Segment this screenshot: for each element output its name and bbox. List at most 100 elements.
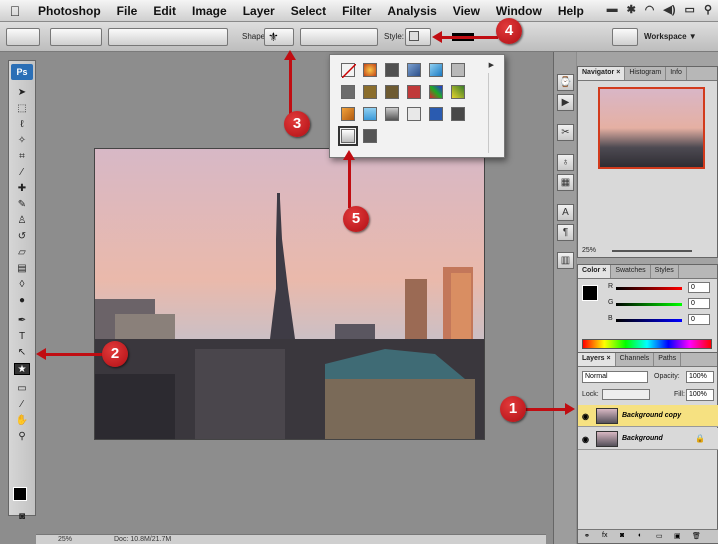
history-icon[interactable]: ⌚	[557, 74, 574, 91]
menu-view[interactable]: View	[445, 4, 488, 18]
brushes-icon[interactable]: ♁	[557, 154, 574, 171]
style-swatch[interactable]	[341, 107, 355, 121]
style-swatch[interactable]	[407, 85, 421, 99]
popup-menu-arrow-icon[interactable]: ▶	[489, 61, 494, 69]
menu-photoshop[interactable]: Photoshop	[30, 4, 109, 18]
paragraph-icon[interactable]: ¶	[557, 224, 574, 241]
crop-tool-icon[interactable]: ⌗	[14, 151, 30, 163]
menu-select[interactable]: Select	[283, 4, 334, 18]
style-swatch-none[interactable]	[341, 63, 357, 79]
group-icon[interactable]: ▭	[656, 532, 663, 540]
style-swatch[interactable]	[341, 85, 355, 99]
menu-help[interactable]: Help	[550, 4, 592, 18]
lock-buttons[interactable]	[602, 389, 650, 400]
shape-tool-buttons[interactable]	[108, 28, 228, 46]
history-brush-tool-icon[interactable]: ↺	[14, 231, 30, 243]
wifi-icon[interactable]: ◠	[645, 3, 655, 16]
blur-tool-icon[interactable]: ◊	[14, 279, 30, 291]
tab-histogram[interactable]: Histogram	[625, 67, 667, 80]
menu-edit[interactable]: Edit	[145, 4, 184, 18]
tab-paths[interactable]: Paths	[654, 353, 682, 366]
blend-mode-select[interactable]: Normal	[582, 371, 648, 383]
menu-analysis[interactable]: Analysis	[379, 4, 444, 18]
b-slider[interactable]	[616, 319, 682, 322]
tool-presets-icon[interactable]: ✂	[557, 124, 574, 141]
quick-mask-icon[interactable]: ◙	[14, 511, 30, 523]
marquee-tool-icon[interactable]: ⬚	[14, 103, 30, 115]
apple-icon[interactable]: 	[0, 3, 30, 19]
style-swatch[interactable]	[407, 107, 421, 121]
style-picker[interactable]	[405, 28, 431, 46]
style-swatch[interactable]	[363, 107, 377, 121]
actions-icon[interactable]: ▶	[557, 94, 574, 111]
foreground-color-swatch[interactable]	[582, 285, 598, 301]
style-swatch-selected[interactable]	[338, 126, 358, 146]
tab-swatches[interactable]: Swatches	[611, 265, 651, 278]
trash-icon[interactable]: 🗑	[692, 532, 701, 540]
style-swatch[interactable]	[429, 107, 443, 121]
b-value[interactable]: 0	[688, 314, 710, 325]
navigator-preview[interactable]	[598, 87, 705, 169]
fill-value[interactable]: 100%	[686, 389, 714, 401]
hand-tool-icon[interactable]: ✋	[14, 415, 30, 427]
navigator-zoom[interactable]: 25%	[582, 247, 596, 254]
eraser-tool-icon[interactable]: ▱	[14, 247, 30, 259]
tab-info[interactable]: Info	[666, 67, 687, 80]
pen-tool-icon[interactable]: ✒	[14, 315, 30, 327]
workspace-menu[interactable]: Workspace ▼	[644, 32, 697, 41]
mask-icon[interactable]: ◙	[620, 532, 624, 539]
document-canvas[interactable]	[94, 148, 485, 440]
brush-tool-icon[interactable]: ✎	[14, 199, 30, 211]
tab-channels[interactable]: Channels	[616, 353, 655, 366]
r-value[interactable]: 0	[688, 282, 710, 293]
volume-icon[interactable]: ◀)	[663, 3, 675, 16]
zoom-tool-icon[interactable]: ⚲	[14, 431, 30, 443]
adjustment-layer-icon[interactable]: ◐	[638, 532, 642, 539]
style-swatch[interactable]	[451, 63, 465, 77]
menu-window[interactable]: Window	[488, 4, 550, 18]
style-swatch[interactable]	[385, 63, 399, 77]
style-swatch[interactable]	[451, 107, 465, 121]
g-value[interactable]: 0	[688, 298, 710, 309]
tool-preset-picker[interactable]	[6, 28, 40, 46]
foreground-color[interactable]	[13, 487, 27, 501]
type-tool-icon[interactable]: T	[14, 331, 30, 343]
popup-scrollbar[interactable]	[488, 73, 498, 153]
gradient-tool-icon[interactable]: ▤	[14, 263, 30, 275]
g-slider[interactable]	[616, 303, 682, 306]
style-swatch[interactable]	[451, 85, 465, 99]
link-layers-icon[interactable]: ⚭	[584, 532, 590, 540]
tab-styles[interactable]: Styles	[651, 265, 679, 278]
spotlight-icon[interactable]: ⚲	[704, 3, 712, 16]
visibility-eye-icon[interactable]: ◉	[582, 435, 589, 444]
display-icon[interactable]: ▬	[607, 3, 618, 16]
style-swatch[interactable]	[429, 85, 443, 99]
style-swatch[interactable]	[363, 85, 377, 99]
visibility-eye-icon[interactable]: ◉	[582, 412, 589, 421]
layer-row[interactable]: ◉ Background copy	[578, 405, 718, 427]
bridge-button[interactable]	[612, 28, 638, 46]
layer-style-icon[interactable]: fx	[602, 532, 607, 539]
menu-layer[interactable]: Layer	[235, 4, 283, 18]
tab-layers[interactable]: Layers ×	[578, 353, 616, 366]
layer-row[interactable]: ◉ Background 🔒	[578, 428, 718, 450]
custom-shape-picker[interactable]: ⚜	[264, 28, 294, 46]
style-swatch[interactable]	[429, 63, 443, 77]
tab-color[interactable]: Color ×	[578, 265, 612, 278]
tab-navigator[interactable]: Navigator ×	[578, 67, 626, 80]
eyedropper-2-tool-icon[interactable]: ∕	[14, 399, 30, 411]
opacity-value[interactable]: 100%	[686, 371, 714, 383]
style-swatch[interactable]	[407, 63, 421, 77]
character-icon[interactable]: A	[557, 204, 574, 221]
custom-shape-tool-icon[interactable]: ★	[14, 363, 30, 375]
magic-wand-tool-icon[interactable]: ✧	[14, 135, 30, 147]
move-tool-icon[interactable]: ➤	[14, 87, 30, 99]
new-layer-icon[interactable]: ▣	[674, 532, 681, 540]
style-swatch[interactable]	[363, 63, 377, 77]
dodge-tool-icon[interactable]: ●	[14, 295, 30, 307]
path-selection-tool-icon[interactable]: ↖	[14, 347, 30, 359]
color-spectrum[interactable]	[582, 339, 712, 349]
clone-stamp-tool-icon[interactable]: ♙	[14, 215, 30, 227]
shape-mode-buttons[interactable]	[50, 28, 102, 46]
eyedropper-tool-icon[interactable]: ⁄	[14, 167, 30, 179]
